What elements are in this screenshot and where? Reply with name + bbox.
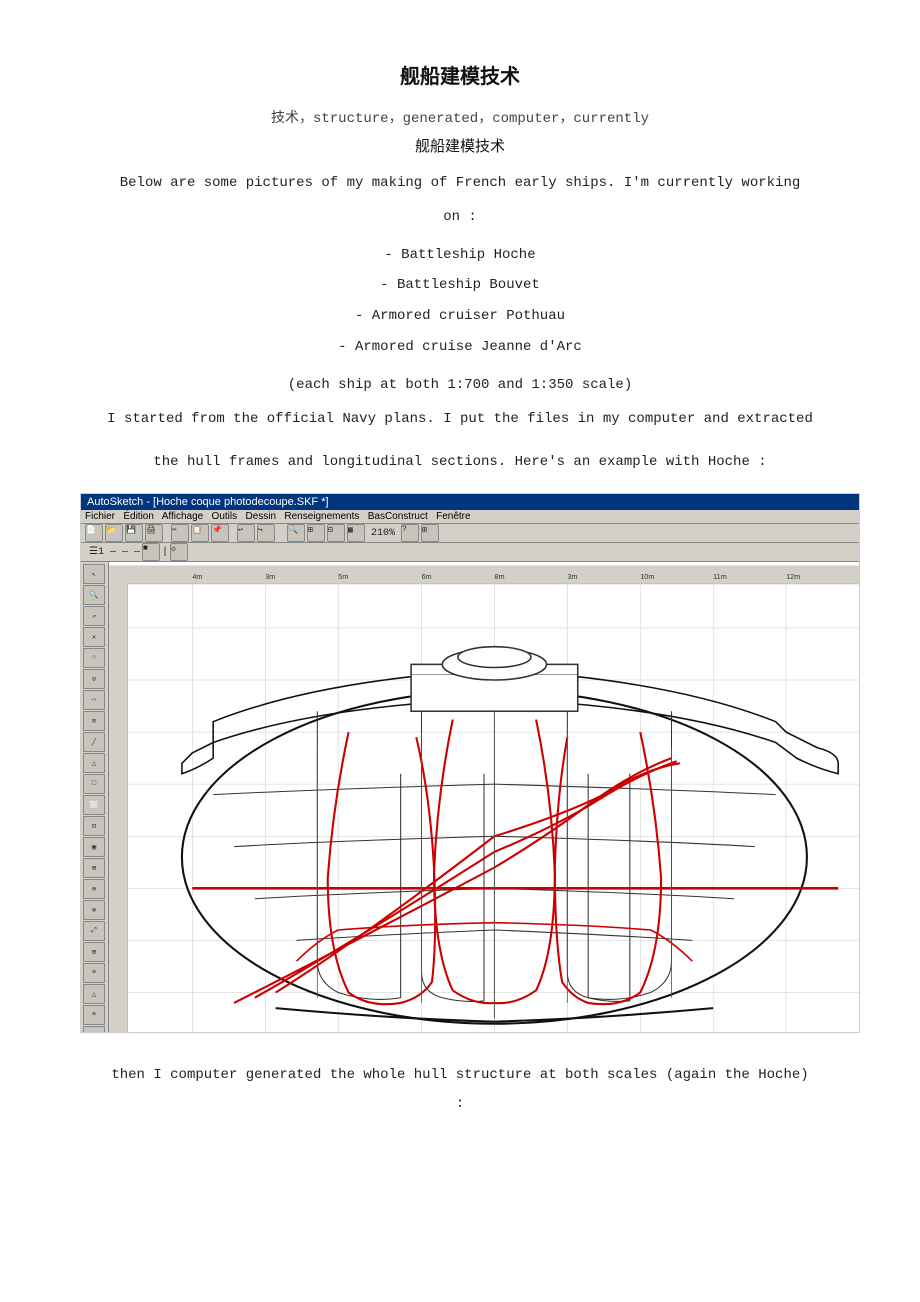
page-wrapper: 舰船建模技术 技术，structure，generated，computer，c… bbox=[80, 60, 840, 1112]
toolbar-btn[interactable]: 📌 bbox=[211, 524, 229, 542]
sidebar-tool[interactable]: ○ bbox=[83, 648, 105, 668]
toolbar-row1: 📄 📂 💾 🖨 ✂ 📋 📌 ↩ ↪ 🔍 ⊞ ⊟ ▦ 210% ? ⊞ bbox=[81, 524, 859, 543]
toolbar-btn[interactable]: ⊞ bbox=[421, 524, 439, 542]
toolbar-row2: ☰1 — — — ■ | ◇ bbox=[81, 543, 859, 562]
toolbar-btn[interactable]: ▦ bbox=[347, 524, 365, 542]
sidebar-tool[interactable]: ⬜ bbox=[83, 795, 105, 815]
keywords: 技术，structure，generated，computer，currentl… bbox=[80, 107, 840, 127]
intro-line2: on : bbox=[80, 206, 840, 230]
sidebar-tool[interactable]: ⊞ bbox=[83, 942, 105, 962]
separator: | bbox=[162, 547, 168, 558]
toolbar-btn[interactable]: 💾 bbox=[125, 524, 143, 542]
window-title: AutoSketch - [Hoche coque photodecoupe.S… bbox=[87, 496, 329, 508]
sidebar-tool[interactable]: △ bbox=[83, 984, 105, 1004]
svg-text:5m: 5m bbox=[338, 572, 348, 581]
svg-text:11m: 11m bbox=[713, 572, 727, 581]
sidebar-tool[interactable]: ⤢ bbox=[83, 921, 105, 941]
sidebar-tool[interactable]: ⊗ bbox=[83, 900, 105, 920]
sidebar-tool[interactable]: ⊡ bbox=[83, 816, 105, 836]
toolbar-btn[interactable]: 📂 bbox=[105, 524, 123, 542]
footer-text-1: then I computer generated the whole hull… bbox=[80, 1063, 840, 1088]
sidebar-tool[interactable]: ⊞ bbox=[83, 858, 105, 878]
toolbar-btn[interactable]: 🖨 bbox=[145, 524, 163, 542]
sidebar-tool[interactable]: ≡ bbox=[83, 963, 105, 983]
toolbar-btn[interactable]: ? bbox=[401, 524, 419, 542]
list-item: - Battleship Hoche bbox=[80, 240, 840, 271]
list-item: - Armored cruise Jeanne d'Arc bbox=[80, 332, 840, 363]
svg-text:6m: 6m bbox=[422, 572, 432, 581]
autosketch-window: AutoSketch - [Hoche coque photodecoupe.S… bbox=[81, 494, 859, 1032]
main-canvas: 4m 3m 5m 6m 8m 3m 10m 11m 12m bbox=[109, 562, 859, 1033]
toolbar-btn[interactable]: ↩ bbox=[237, 524, 255, 542]
sidebar-tool[interactable]: ↖ bbox=[83, 564, 105, 584]
toolbar-btn[interactable]: ↪ bbox=[257, 524, 275, 542]
sidebar-tool[interactable]: ↗ bbox=[83, 606, 105, 626]
ship-list: - Battleship Hoche - Battleship Bouvet -… bbox=[80, 240, 840, 363]
layer-selector: ☰1 bbox=[85, 546, 108, 558]
sidebar-tool[interactable]: ≋ bbox=[83, 711, 105, 731]
window-titlebar: AutoSketch - [Hoche coque photodecoupe.S… bbox=[81, 494, 859, 510]
svg-text:4m: 4m bbox=[192, 572, 202, 581]
toolbar-btn[interactable]: 🔍 bbox=[287, 524, 305, 542]
svg-text:10m: 10m bbox=[640, 572, 654, 581]
body-text-2: the hull frames and longitudinal section… bbox=[80, 450, 840, 475]
sidebar-tool[interactable]: ✕ bbox=[83, 627, 105, 647]
toolbar-btn[interactable]: ⊟ bbox=[327, 524, 345, 542]
page-title: 舰船建模技术 bbox=[80, 60, 840, 89]
svg-text:3m: 3m bbox=[265, 572, 275, 581]
subtitle: 舰船建模技术 bbox=[80, 135, 840, 156]
sidebar-tool[interactable]: ≡ bbox=[83, 1005, 105, 1025]
sidebar-tool[interactable]: ⌒ bbox=[83, 690, 105, 710]
list-item: - Armored cruiser Pothuau bbox=[80, 301, 840, 332]
scale-note: (each ship at both 1:700 and 1:350 scale… bbox=[80, 377, 840, 393]
autosketch-screenshot: AutoSketch - [Hoche coque photodecoupe.S… bbox=[80, 493, 860, 1033]
drawing-area: ↖ 🔍 ↗ ✕ ○ ⊙ ⌒ ≋ ╱ △ □ ⬜ ⊡ ▣ ⊞ ⊕ ⊗ bbox=[81, 562, 859, 1033]
sidebar-tool[interactable]: ⊙ bbox=[83, 669, 105, 689]
sidebar-tool[interactable]: ⊞ bbox=[83, 1026, 105, 1033]
body-text-1: I started from the official Navy plans. … bbox=[80, 407, 840, 432]
line-style-btn[interactable]: ■ bbox=[142, 543, 160, 561]
tool-btn[interactable]: ◇ bbox=[170, 543, 188, 561]
sidebar-tool[interactable]: 🔍 bbox=[83, 585, 105, 605]
toolbar-btn[interactable]: 📄 bbox=[85, 524, 103, 542]
left-sidebar: ↖ 🔍 ↗ ✕ ○ ⊙ ⌒ ≋ ╱ △ □ ⬜ ⊡ ▣ ⊞ ⊕ ⊗ bbox=[81, 562, 109, 1033]
menu-bar: Fichier Édition Affichage Outils Dessin … bbox=[81, 510, 859, 524]
svg-text:3m: 3m bbox=[567, 572, 577, 581]
sidebar-tool[interactable]: △ bbox=[83, 753, 105, 773]
svg-text:12m: 12m bbox=[786, 572, 800, 581]
toolbar-btn[interactable]: ⊞ bbox=[307, 524, 325, 542]
sidebar-tool[interactable]: □ bbox=[83, 774, 105, 794]
toolbar-btn[interactable]: 📋 bbox=[191, 524, 209, 542]
footer-colon: : bbox=[80, 1096, 840, 1112]
sidebar-tool[interactable]: ╱ bbox=[83, 732, 105, 752]
color-indicator: — — — bbox=[110, 547, 140, 558]
intro-line1: Below are some pictures of my making of … bbox=[80, 172, 840, 196]
sidebar-tool[interactable]: ▣ bbox=[83, 837, 105, 857]
hull-drawing: 4m 3m 5m 6m 8m 3m 10m 11m 12m bbox=[109, 562, 859, 1033]
list-item: - Battleship Bouvet bbox=[80, 270, 840, 301]
svg-text:8m: 8m bbox=[494, 572, 504, 581]
zoom-level: 210% bbox=[367, 528, 399, 539]
toolbar-btn[interactable]: ✂ bbox=[171, 524, 189, 542]
sidebar-tool[interactable]: ⊕ bbox=[83, 879, 105, 899]
